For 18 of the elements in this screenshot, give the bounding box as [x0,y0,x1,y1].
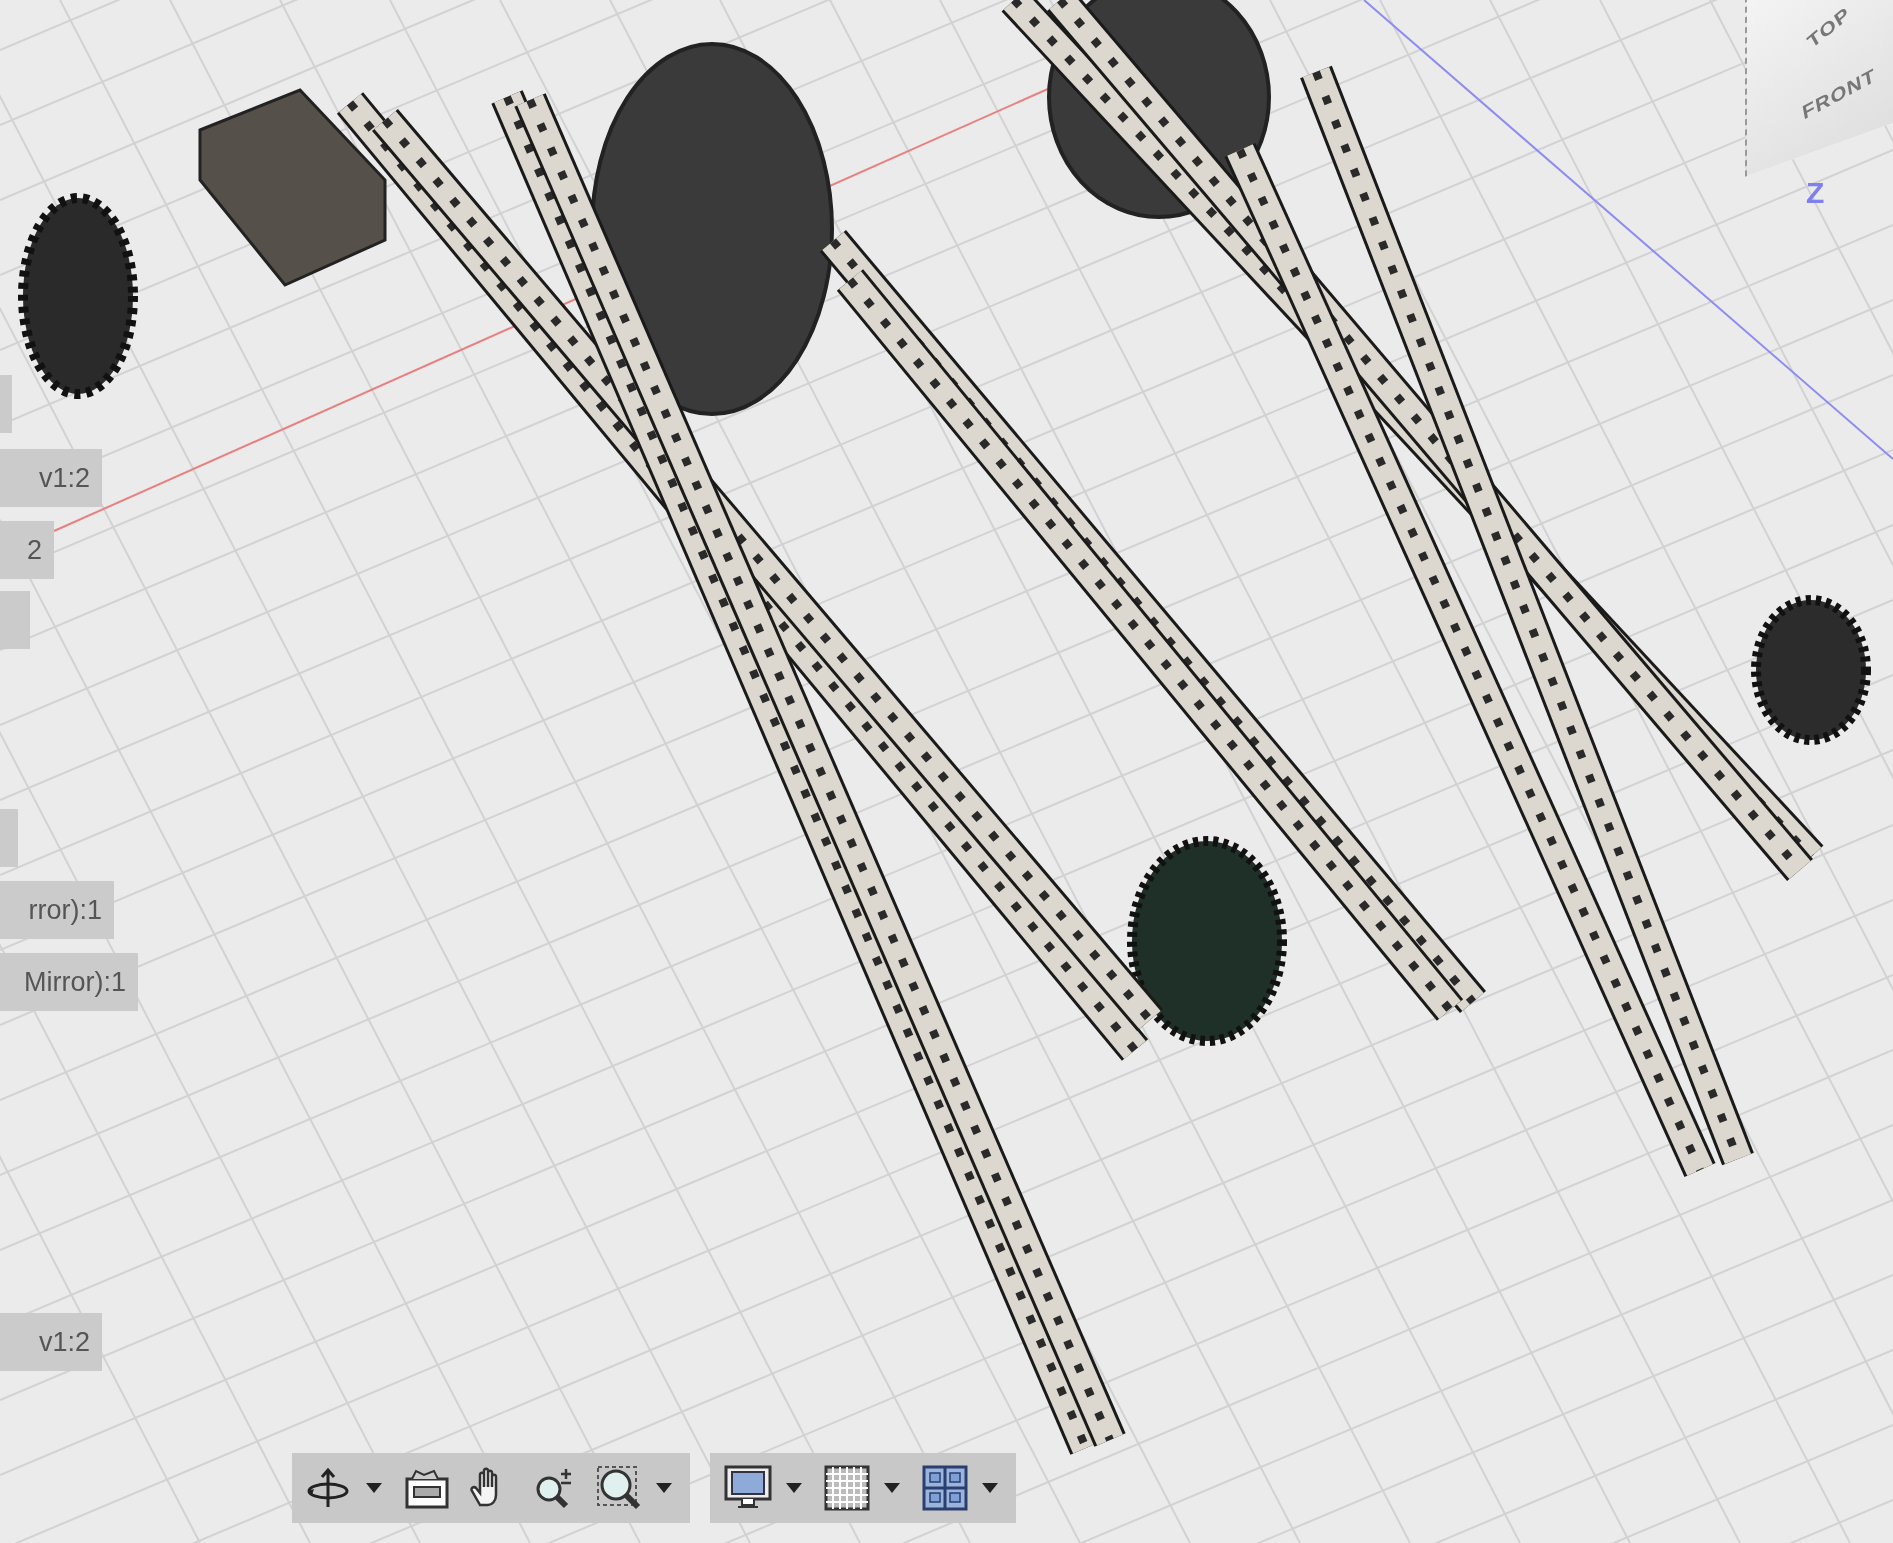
component-label: rror):1 [0,881,114,939]
label-tag [0,809,18,867]
viewports-icon [922,1465,968,1511]
component-label: Mirror):1 [0,953,138,1011]
axis-label: Z [1806,176,1825,210]
caret-icon[interactable] [982,1483,998,1493]
grid-icon [824,1465,870,1511]
caret-icon[interactable] [884,1483,900,1493]
caret-icon[interactable] [366,1483,382,1493]
component-label: v1:2 [0,449,102,507]
label-tag [0,591,30,649]
monitor-icon [724,1465,772,1511]
zoom-window-icon [596,1465,642,1511]
component-label: 2 [0,521,54,579]
caret-icon[interactable] [786,1483,802,1493]
component-label: v1:2 [0,1313,102,1371]
label-tag [0,375,12,433]
caret-icon[interactable] [656,1483,672,1493]
